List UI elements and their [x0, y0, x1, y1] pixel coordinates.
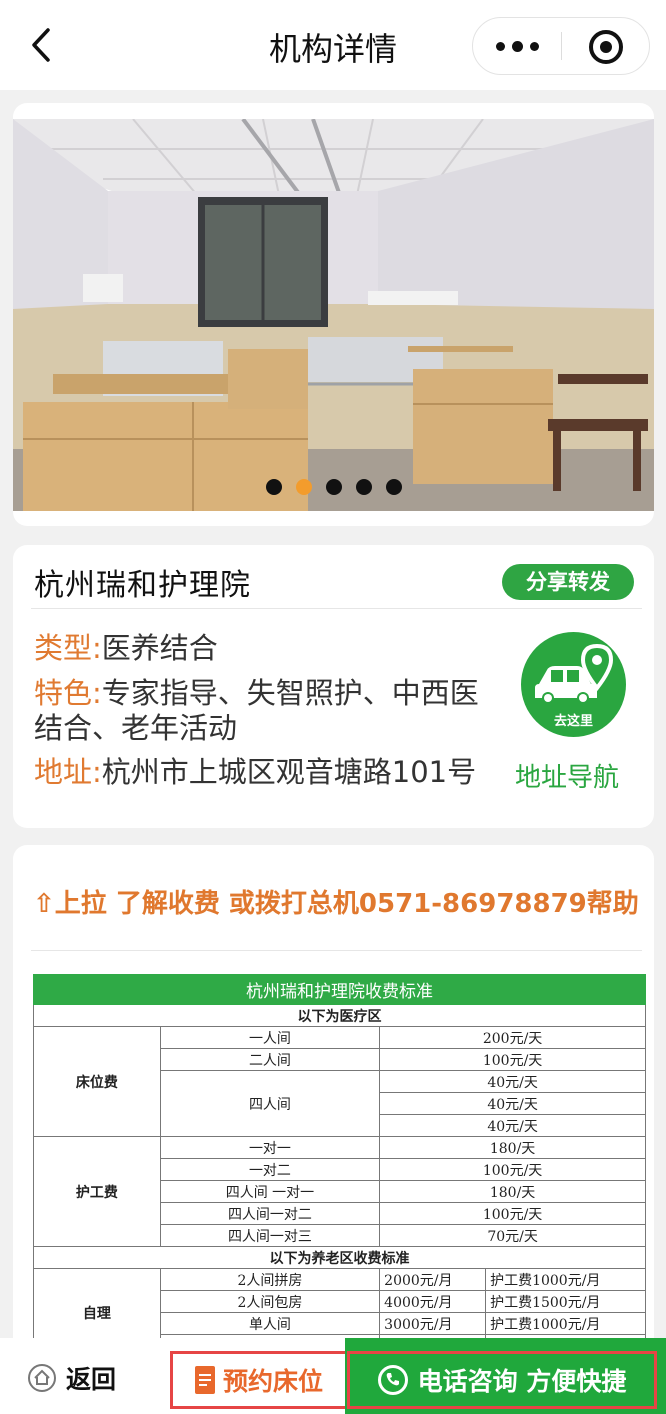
fee-tip: ⇧上拉 了解收费 或拨打总机0571-86978879帮助 [33, 889, 639, 919]
table-title-row: 杭州瑞和护理院收费标准 [33, 974, 646, 1005]
table-row: 护工费 一对一 180/天 [33, 1136, 646, 1247]
book-bed-label: 预约床位 [222, 1367, 323, 1396]
nursing-fee-category: 护工费 [33, 1136, 161, 1247]
room-cell: 2人间拼房 [159, 1268, 381, 1291]
medical-section-header: 以下为医疗区 [33, 1004, 646, 1027]
room-cell: 二人间 [159, 1048, 381, 1071]
feature-value-line1: 专家指导、失智照护、中西医 [101, 676, 479, 710]
nursing-cell: 护工费1000元/月 [485, 1268, 646, 1291]
book-bed-button[interactable]: 预约床位 [170, 1351, 348, 1409]
fee-table: 杭州瑞和护理院收费标准 以下为医疗区 床位费 一人间 200元/天 二人间 10… [33, 974, 646, 1357]
elderly-section-header: 以下为养老区收费标准 [33, 1246, 646, 1269]
photo-carousel-card [13, 103, 654, 526]
phone-icon [377, 1365, 408, 1395]
nursing-cell: 护工费1000元/月 [485, 1312, 646, 1335]
room-cell: 四人间一对三 [159, 1224, 381, 1247]
divider [31, 950, 642, 951]
carousel-dot-active[interactable] [295, 479, 312, 495]
price-cell: 40元/天 [379, 1070, 646, 1093]
bed-fee-category: 床位费 [33, 1026, 161, 1137]
institution-info-card: 杭州瑞和护理院 分享转发 类型:医养结合 特色:专家指导、失智照护、中西医 结合… [13, 545, 654, 828]
institution-name: 杭州瑞和护理院 [34, 568, 251, 603]
price-cell: 180/天 [379, 1180, 646, 1203]
price-cell: 70元/天 [379, 1224, 646, 1247]
capsule-divider [561, 32, 562, 60]
price-cell: 40元/天 [379, 1092, 646, 1115]
carousel-dot[interactable] [355, 479, 372, 495]
room-cell: 四人间 [159, 1070, 381, 1137]
type-label: 类型: [34, 631, 102, 665]
room-cell: 四人间 一对一 [159, 1180, 381, 1203]
price-cell: 100元/天 [379, 1048, 646, 1071]
more-dots-icon[interactable] [473, 18, 561, 74]
feature-label: 特色: [34, 676, 102, 710]
price-cell: 3000元/月 [379, 1312, 487, 1335]
phone-consult-label: 电话咨询 方便快捷 [417, 1367, 627, 1396]
room-cell: 四人间一对二 [159, 1202, 381, 1225]
price-cell: 2000元/月 [379, 1268, 487, 1291]
address-value: 杭州市上城区观音塘路101号 [101, 755, 477, 789]
room-photo[interactable] [13, 119, 654, 511]
back-label: 返回 [66, 1365, 117, 1394]
room-cell: 一对一 [159, 1136, 381, 1159]
address-navigation-link[interactable]: 地址导航 [515, 757, 619, 794]
table-title: 杭州瑞和护理院收费标准 [33, 974, 646, 1005]
room-cell: 一对二 [159, 1158, 381, 1181]
price-cell: 100元/天 [379, 1158, 646, 1181]
carousel-dot[interactable] [385, 479, 402, 495]
nursing-cell: 护工费1500元/月 [485, 1290, 646, 1313]
go-here-button[interactable]: 去这里 [521, 632, 626, 737]
room-cell: 一人间 [159, 1026, 381, 1049]
type-row: 类型:医养结合 [34, 631, 218, 666]
go-here-label: 去这里 [553, 714, 593, 729]
type-value: 医养结合 [101, 631, 218, 665]
table-row: 自理 2人间拼房 2000元/月 护工费1000元/月 [33, 1268, 646, 1357]
address-label: 地址: [34, 755, 102, 789]
carousel-dot[interactable] [325, 479, 342, 495]
feature-row: 特色:专家指导、失智照护、中西医 [34, 676, 479, 711]
fee-card: ⇧上拉 了解收费 或拨打总机0571-86978879帮助 杭州瑞和护理院收费标… [13, 845, 654, 1365]
carousel-dot[interactable] [265, 479, 282, 495]
mini-program-capsule [472, 17, 650, 75]
back-button[interactable]: 返回 [28, 1360, 116, 1396]
phone-consult-button[interactable]: 电话咨询 方便快捷 [345, 1338, 666, 1414]
table-section-row: 以下为养老区收费标准 [33, 1246, 646, 1269]
phone-consult-highlight: 电话咨询 方便快捷 [347, 1351, 657, 1409]
share-button[interactable]: 分享转发 [502, 564, 634, 600]
room-cell: 2人间包房 [159, 1290, 381, 1313]
address-row: 地址:杭州市上城区观音塘路101号 [34, 755, 476, 790]
feature-value-line2: 结合、老年活动 [34, 711, 238, 745]
table-section-row: 以下为医疗区 [33, 1004, 646, 1027]
price-cell: 200元/天 [379, 1026, 646, 1049]
nav-bar: 机构详情 [0, 0, 666, 90]
table-row: 床位费 一人间 200元/天 [33, 1026, 646, 1137]
document-icon [194, 1366, 215, 1394]
divider [31, 608, 642, 609]
price-cell: 4000元/月 [379, 1290, 487, 1313]
bottom-action-bar: 返回 预约床位 电话咨询 方便快捷 [0, 1338, 666, 1414]
home-icon [28, 1364, 56, 1392]
room-cell: 单人间 [159, 1312, 381, 1335]
carousel-indicator [13, 479, 654, 495]
price-cell: 180/天 [379, 1136, 646, 1159]
target-circle-icon[interactable] [589, 30, 623, 64]
price-cell: 40元/天 [379, 1114, 646, 1137]
price-cell: 100元/天 [379, 1202, 646, 1225]
